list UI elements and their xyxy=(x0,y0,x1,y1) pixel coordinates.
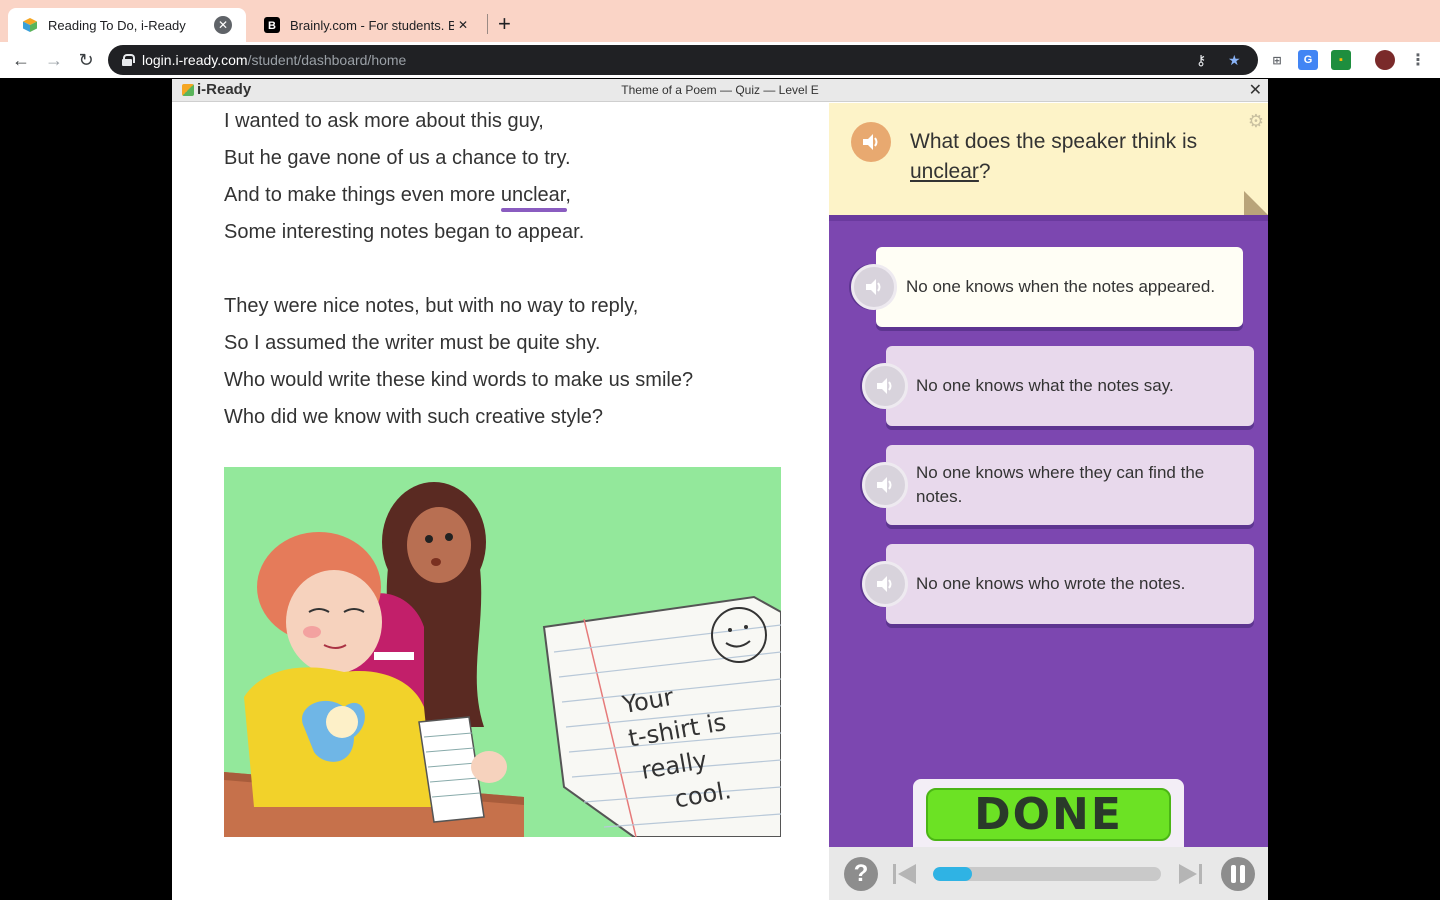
lock-icon xyxy=(122,54,135,66)
browser-toolbar: ← → ↻ login.i-ready.com/student/dashboar… xyxy=(0,42,1440,78)
previous-icon[interactable] xyxy=(892,862,918,886)
extension-grid-icon[interactable]: ⊞ xyxy=(1267,50,1287,70)
poem-passage: I wanted to ask more about this guy, But… xyxy=(224,103,824,436)
tab-brainly[interactable]: B Brainly.com - For students. By ✕ xyxy=(250,8,486,42)
iready-favicon-icon xyxy=(22,17,38,33)
poem-line: And to make things even more unclear, xyxy=(224,177,824,214)
forward-arrow-icon[interactable]: → xyxy=(42,48,66,72)
profile-avatar[interactable] xyxy=(1375,50,1395,70)
url-host: login.i-ready.com xyxy=(142,52,248,68)
question-underlined-word: unclear xyxy=(910,160,979,183)
brainly-favicon-icon: B xyxy=(264,17,280,33)
new-tab-button[interactable]: + xyxy=(498,12,511,36)
question-speaker-icon[interactable] xyxy=(851,122,891,162)
gear-icon[interactable]: ⚙ xyxy=(1248,111,1264,132)
poem-line: Who did we know with such creative style… xyxy=(224,406,604,428)
menu-kebab-icon[interactable]: ⋮ xyxy=(1408,50,1428,70)
tab-iready[interactable]: Reading To Do, i-Ready ✕ xyxy=(8,8,246,42)
highlighted-word: unclear, xyxy=(500,177,571,214)
done-button-tray: DONE xyxy=(913,779,1184,847)
answer-speaker-icon[interactable] xyxy=(862,462,908,508)
key-icon[interactable]: ⚷ xyxy=(1196,52,1206,69)
poem-line: Some interesting notes began to appear. xyxy=(224,221,585,243)
poem-line: They were nice notes, but with no way to… xyxy=(224,295,639,317)
poem-line: But he gave none of us a chance to try. xyxy=(224,147,571,169)
pause-icon xyxy=(1231,865,1236,883)
next-icon[interactable] xyxy=(1177,862,1203,886)
help-button[interactable]: ? xyxy=(844,857,878,891)
tab-close-icon[interactable]: ✕ xyxy=(454,16,472,34)
answer-option-1[interactable]: No one knows when the notes appeared. xyxy=(876,247,1243,327)
progress-bar xyxy=(933,867,1161,881)
progress-fill xyxy=(933,867,972,881)
lesson-control-bar: ? xyxy=(829,847,1268,900)
browser-tab-bar: Reading To Do, i-Ready ✕ B Brainly.com -… xyxy=(0,0,1440,42)
classroom-icon[interactable]: ▪ xyxy=(1331,50,1351,70)
svg-text:B: B xyxy=(268,20,276,32)
back-arrow-icon[interactable]: ← xyxy=(9,48,33,72)
tab-title: Brainly.com - For students. By xyxy=(290,17,454,33)
lesson-title: Theme of a Poem — Quiz — Level E xyxy=(621,83,819,97)
tab-close-icon[interactable]: ✕ xyxy=(214,16,232,34)
pause-button[interactable] xyxy=(1221,857,1255,891)
poem-line: So I assumed the writer must be quite sh… xyxy=(224,332,601,354)
poem-line: Who would write these kind words to make… xyxy=(224,369,694,391)
answer-option-2[interactable]: No one knows what the notes say. xyxy=(886,346,1254,426)
close-lesson-button[interactable]: ✕ xyxy=(1249,80,1262,100)
answer-speaker-icon[interactable] xyxy=(851,264,897,310)
poem-line: I wanted to ask more about this guy, xyxy=(224,110,544,132)
url-path: /student/dashboard/home xyxy=(247,52,407,68)
question-text: What does the speaker think is unclear? xyxy=(910,130,1198,183)
done-button[interactable]: DONE xyxy=(926,788,1171,841)
answer-option-3[interactable]: No one knows where they can find the not… xyxy=(886,445,1254,525)
answer-option-4[interactable]: No one knows who wrote the notes. xyxy=(886,544,1254,624)
answer-speaker-icon[interactable] xyxy=(862,363,908,409)
question-header: What does the speaker think is unclear? … xyxy=(829,103,1268,215)
bookmark-star-icon[interactable]: ★ xyxy=(1228,52,1241,69)
poem-illustration: Your t-shirt is really cool. xyxy=(224,467,781,837)
tab-separator xyxy=(487,14,488,34)
app-title-bar: i-Ready Theme of a Poem — Quiz — Level E… xyxy=(172,79,1268,102)
question-panel: What does the speaker think is unclear? … xyxy=(829,103,1268,847)
tab-title: Reading To Do, i-Ready xyxy=(48,17,186,33)
translate-icon[interactable]: G xyxy=(1298,50,1318,70)
reload-icon[interactable]: ↻ xyxy=(74,48,98,72)
iready-app: i-Ready Theme of a Poem — Quiz — Level E… xyxy=(172,79,1268,900)
address-bar[interactable]: login.i-ready.com/student/dashboard/home… xyxy=(108,45,1258,75)
answer-speaker-icon[interactable] xyxy=(862,561,908,607)
